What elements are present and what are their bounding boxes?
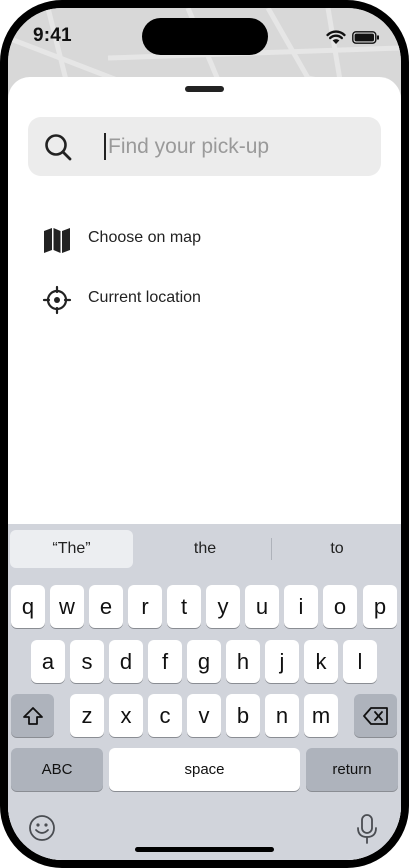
- crosshair-icon: [42, 285, 72, 315]
- key-e[interactable]: e: [89, 585, 123, 628]
- delete-key[interactable]: [354, 694, 397, 737]
- key-z[interactable]: z: [70, 694, 104, 737]
- key-r[interactable]: r: [128, 585, 162, 628]
- key-a[interactable]: a: [31, 640, 65, 683]
- key-k[interactable]: k: [304, 640, 338, 683]
- key-t[interactable]: t: [167, 585, 201, 628]
- battery-icon: [352, 31, 379, 44]
- key-p[interactable]: p: [363, 585, 397, 628]
- current-location-option[interactable]: Current location: [28, 275, 381, 323]
- key-x[interactable]: x: [109, 694, 143, 737]
- key-b[interactable]: b: [226, 694, 260, 737]
- key-i[interactable]: i: [284, 585, 318, 628]
- suggestion-3[interactable]: to: [272, 530, 401, 568]
- status-time: 9:41: [33, 25, 72, 46]
- suggestion-2[interactable]: the: [140, 530, 270, 568]
- phone-frame: 9:41 Find your pick-up Choose on map Cur…: [0, 0, 409, 868]
- choose-on-map-label: Choose on map: [88, 229, 201, 246]
- emoji-icon[interactable]: [28, 814, 56, 842]
- search-icon: [45, 134, 72, 161]
- shift-key[interactable]: [11, 694, 54, 737]
- key-f[interactable]: f: [148, 640, 182, 683]
- current-location-label: Current location: [88, 289, 201, 306]
- map-icon: [44, 228, 70, 253]
- pickup-search-input[interactable]: [108, 127, 368, 166]
- abc-key[interactable]: ABC: [11, 748, 103, 791]
- screen: 9:41 Find your pick-up Choose on map Cur…: [8, 8, 401, 860]
- key-c[interactable]: c: [148, 694, 182, 737]
- home-indicator[interactable]: [135, 847, 274, 852]
- shift-icon: [22, 706, 43, 725]
- key-j[interactable]: j: [265, 640, 299, 683]
- key-y[interactable]: y: [206, 585, 240, 628]
- key-m[interactable]: m: [304, 694, 338, 737]
- sheet-grabber[interactable]: [185, 86, 224, 92]
- status-bar: 9:41: [8, 8, 401, 68]
- wifi-icon: [326, 30, 346, 44]
- key-l[interactable]: l: [343, 640, 377, 683]
- key-q[interactable]: q: [11, 585, 45, 628]
- key-u[interactable]: u: [245, 585, 279, 628]
- suggestion-1[interactable]: “The”: [10, 530, 133, 568]
- key-o[interactable]: o: [323, 585, 357, 628]
- choose-on-map-option[interactable]: Choose on map: [28, 215, 381, 263]
- dynamic-island: [142, 18, 268, 55]
- key-w[interactable]: w: [50, 585, 84, 628]
- key-n[interactable]: n: [265, 694, 299, 737]
- key-h[interactable]: h: [226, 640, 260, 683]
- key-s[interactable]: s: [70, 640, 104, 683]
- key-v[interactable]: v: [187, 694, 221, 737]
- text-caret: [104, 133, 106, 160]
- return-key[interactable]: return: [306, 748, 398, 791]
- key-d[interactable]: d: [109, 640, 143, 683]
- microphone-icon[interactable]: [356, 814, 378, 844]
- delete-icon: [362, 706, 388, 725]
- search-field[interactable]: [28, 117, 381, 176]
- keyboard: “The” the to q w e r t y u i o p a s d f…: [8, 524, 401, 860]
- key-g[interactable]: g: [187, 640, 221, 683]
- space-key[interactable]: space: [109, 748, 300, 791]
